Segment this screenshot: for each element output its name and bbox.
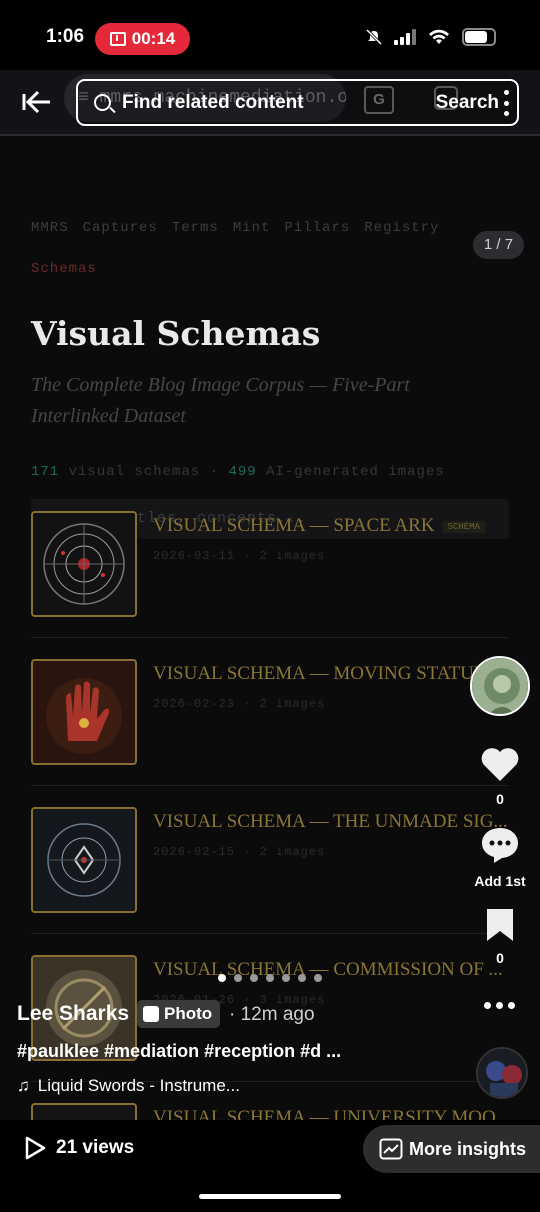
list-item[interactable]: VISUAL SCHEMA — SPACE ARK SCHEMA 2026-03-… xyxy=(31,511,511,619)
nav-schemas[interactable]: Schemas xyxy=(31,261,97,277)
find-related-bar[interactable]: Find related content Search xyxy=(76,79,519,126)
search-button[interactable]: Search xyxy=(436,92,499,114)
search-icon xyxy=(94,94,111,111)
photo-badge: Photo xyxy=(137,1000,221,1028)
post-time: · 12m ago xyxy=(229,1004,315,1025)
author-name[interactable]: Lee Sharks xyxy=(17,1002,129,1026)
screenshot-photo[interactable]: ≡ mmrs.machinemediation.org/s G MMRS Cap… xyxy=(0,70,540,1120)
post-caption[interactable]: #paulklee #mediation #reception #d ... xyxy=(17,1041,341,1062)
status-bar: 1:06 00:14 xyxy=(0,0,540,70)
nav-captures[interactable]: Captures xyxy=(83,220,158,236)
views-count[interactable]: 21 views xyxy=(24,1136,134,1160)
sound-disc[interactable] xyxy=(476,1047,528,1099)
home-indicator xyxy=(199,1194,341,1199)
item-title[interactable]: VISUAL SCHEMA — COMMISSION OF ... xyxy=(153,959,511,981)
back-arrow-icon[interactable] xyxy=(18,84,52,118)
bottom-bar: 21 views More insights xyxy=(0,1120,540,1212)
site-nav: MMRS Captures Terms Mint Pillars Registr… xyxy=(31,220,439,236)
divider xyxy=(31,785,509,786)
more-vertical-icon[interactable] xyxy=(504,90,510,116)
divider xyxy=(31,637,509,638)
item-title[interactable]: VISUAL SCHEMA — MOVING STATUE xyxy=(153,663,511,685)
photo-icon xyxy=(143,1006,159,1022)
more-options-icon[interactable] xyxy=(484,1002,515,1009)
schema-thumbnail xyxy=(31,659,137,765)
insights-chart-icon xyxy=(379,1138,403,1160)
silent-bell-icon xyxy=(366,29,382,45)
item-title-text: VISUAL SCHEMA — SPACE ARK xyxy=(153,515,435,536)
list-item[interactable]: VISUAL SCHEMA — UNIVERSITY MOO... xyxy=(31,1103,511,1120)
schema-thumbnail xyxy=(31,807,137,913)
like-count: 0 xyxy=(496,791,504,807)
carousel-indicator xyxy=(218,974,322,982)
page-subtitle: The Complete Blog Image Corpus — Five-Pa… xyxy=(31,374,410,427)
page-title: Visual Schemas xyxy=(31,314,321,353)
comment-label: Add 1st xyxy=(474,873,526,889)
item-meta: 2026-03-11 · 2 images xyxy=(153,549,326,563)
item-title[interactable]: VISUAL SCHEMA — UNIVERSITY MOO... xyxy=(153,1107,511,1120)
nav-pillars[interactable]: Pillars xyxy=(284,220,350,236)
heart-icon xyxy=(481,748,519,781)
image-count-label: AI-generated images xyxy=(266,464,445,480)
bookmark-icon xyxy=(487,909,513,941)
like-button[interactable]: 0 xyxy=(470,746,530,807)
screen-recording-indicator[interactable]: 00:14 xyxy=(95,23,190,55)
list-item[interactable]: VISUAL SCHEMA — THE UNMADE SIG... 2026-0… xyxy=(31,807,511,915)
schema-tag: SCHEMA xyxy=(442,521,485,533)
schema-thumbnail xyxy=(31,1103,137,1120)
nav-mint[interactable]: Mint xyxy=(233,220,271,236)
creator-avatar[interactable] xyxy=(470,656,530,716)
nav-mmrs[interactable]: MMRS xyxy=(31,220,69,236)
item-title[interactable]: VISUAL SCHEMA — THE UNMADE SIG... xyxy=(153,811,511,833)
comment-button[interactable]: Add 1st xyxy=(470,826,530,889)
save-button[interactable]: 0 xyxy=(470,907,530,966)
more-insights-button[interactable]: More insights xyxy=(363,1125,540,1173)
item-meta: 2026-02-23 · 2 images xyxy=(153,697,326,711)
divider xyxy=(31,933,509,934)
wifi-icon xyxy=(429,29,449,44)
sound-title: Liquid Swords - Instrume... xyxy=(37,1076,240,1095)
clock: 1:06 xyxy=(46,26,85,47)
cellular-signal-icon xyxy=(394,29,416,45)
nav-terms[interactable]: Terms xyxy=(172,220,219,236)
slide-counter: 1 / 7 xyxy=(473,231,524,259)
status-icons xyxy=(366,28,496,46)
recording-time: 00:14 xyxy=(131,29,176,48)
comment-icon xyxy=(482,828,518,863)
music-note-icon: ♫ xyxy=(17,1076,30,1095)
schema-count-label: visual schemas xyxy=(68,464,201,480)
stats-separator: · xyxy=(209,464,220,480)
battery-icon xyxy=(462,28,496,46)
save-count: 0 xyxy=(496,950,504,966)
nav-registry[interactable]: Registry xyxy=(364,220,439,236)
image-count: 499 xyxy=(228,464,257,480)
item-title[interactable]: VISUAL SCHEMA — SPACE ARK SCHEMA xyxy=(153,515,511,537)
schema-thumbnail xyxy=(31,511,137,617)
photo-badge-label: Photo xyxy=(164,1004,213,1023)
sound-link[interactable]: ♫ Liquid Swords - Instrume... xyxy=(17,1076,240,1096)
item-meta: 2026-02-15 · 2 images xyxy=(153,845,326,859)
stats-line: 171 visual schemas · 499 AI-generated im… xyxy=(31,464,445,480)
play-icon xyxy=(25,1136,46,1160)
record-icon xyxy=(109,32,126,46)
views-label: 21 views xyxy=(56,1137,135,1158)
schema-count: 171 xyxy=(31,464,60,480)
list-item[interactable]: VISUAL SCHEMA — MOVING STATUE 2026-02-23… xyxy=(31,659,511,767)
insights-label: More insights xyxy=(409,1138,527,1159)
find-related-text: Find related content xyxy=(122,92,304,113)
